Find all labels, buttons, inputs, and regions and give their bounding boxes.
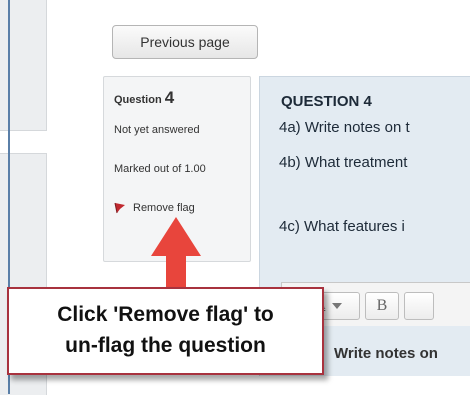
instruction-callout: Click 'Remove flag' to un-flag the quest… [7, 287, 324, 375]
callout-line-2: un-flag the question [65, 334, 266, 357]
callout-line-1: Click 'Remove flag' to [57, 303, 274, 326]
quiz-page: Previous page Question 4 Not yet answere… [0, 0, 470, 395]
